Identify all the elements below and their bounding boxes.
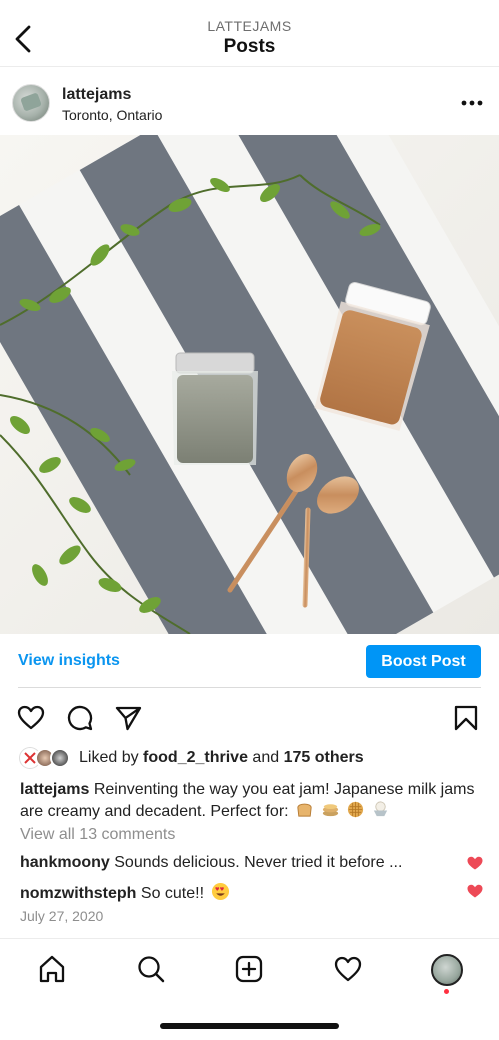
pancakes-icon — [322, 804, 338, 817]
post-location[interactable]: Toronto, Ontario — [62, 107, 162, 123]
activity-heart-icon[interactable] — [333, 954, 363, 984]
liked-user[interactable]: food_2_thrive — [143, 749, 248, 766]
notification-dot — [444, 989, 449, 994]
post-date: July 27, 2020 — [20, 908, 104, 924]
comment-text: So cute!! — [140, 885, 205, 902]
post-author-avatar[interactable] — [12, 84, 50, 122]
search-icon[interactable] — [136, 954, 166, 984]
view-all-comments-link[interactable]: View all 13 comments — [20, 826, 175, 844]
like-heart-icon[interactable] — [17, 704, 45, 732]
bread-icon — [297, 803, 312, 817]
save-bookmark-icon[interactable] — [452, 704, 480, 732]
post-image[interactable] — [0, 135, 499, 634]
comment-username[interactable]: hankmoony — [20, 854, 110, 871]
page-title: Posts — [223, 36, 276, 57]
ice-cream-icon — [374, 801, 388, 817]
comment-row: nomzwithsteph So cute!! — [20, 882, 230, 903]
comment-text: Sounds delicious. Never tried it before … — [114, 854, 403, 871]
comment-like-heart-icon[interactable] — [467, 856, 483, 870]
divider — [18, 687, 481, 688]
comment-username[interactable]: nomzwithsteph — [20, 885, 136, 902]
caption-text: Reinventing the way you eat jam! Japanes… — [20, 781, 475, 820]
caption-username[interactable]: lattejams — [20, 781, 89, 798]
liked-and: and — [252, 749, 280, 766]
top-bar: LATTEJAMS Posts — [0, 0, 499, 67]
liked-by-text[interactable]: Liked by food_2_thrive and 175 others — [79, 749, 364, 767]
post-image-illustration — [0, 135, 499, 634]
comment-like-heart-icon[interactable] — [467, 884, 483, 898]
share-send-icon[interactable] — [114, 704, 142, 732]
post-caption: lattejams Reinventing the way you eat ja… — [20, 779, 480, 822]
new-post-icon[interactable] — [234, 954, 264, 984]
heart-eyes-emoji-icon — [211, 882, 229, 901]
comment-row: hankmoony Sounds delicious. Never tried … — [20, 854, 402, 872]
liker-avatar[interactable] — [50, 748, 70, 768]
account-subtitle: LATTEJAMS — [207, 18, 292, 34]
more-options-icon[interactable] — [459, 96, 485, 110]
view-insights-link[interactable]: View insights — [18, 652, 120, 670]
liked-others[interactable]: 175 others — [284, 749, 364, 766]
home-icon[interactable] — [37, 954, 67, 984]
liked-prefix: Liked by — [79, 749, 139, 766]
profile-avatar-tab[interactable] — [431, 954, 463, 986]
home-indicator[interactable] — [160, 1023, 339, 1029]
waffle-icon — [347, 801, 364, 818]
comment-icon[interactable] — [66, 704, 94, 732]
post-author-username[interactable]: lattejams — [62, 86, 131, 104]
boost-post-button[interactable]: Boost Post — [366, 645, 481, 678]
